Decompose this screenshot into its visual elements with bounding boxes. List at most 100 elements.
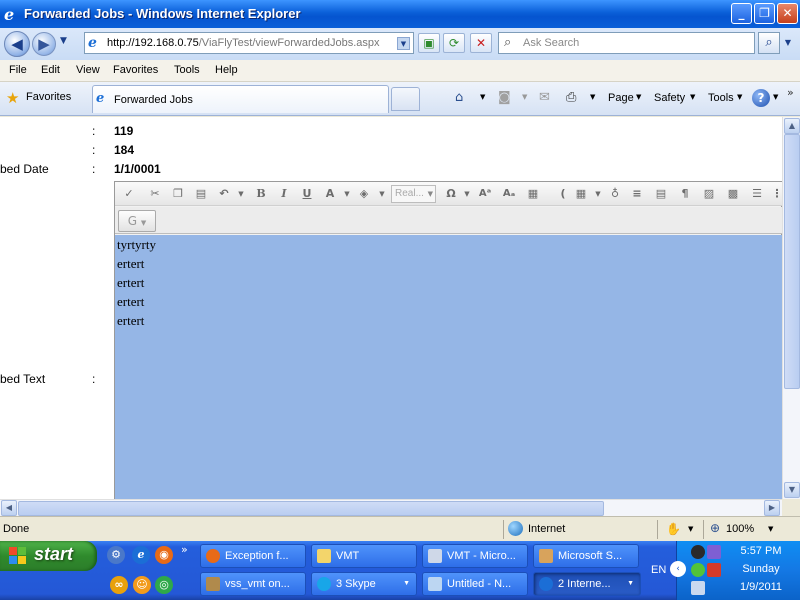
zoom-dropdown[interactable]: ▼ [768, 525, 773, 533]
clock-time[interactable]: 5:57 PM [729, 545, 793, 557]
safety-menu[interactable]: Safety [654, 92, 685, 104]
font-color-dropdown[interactable]: ▼ [339, 186, 355, 202]
title-bar[interactable]: e Forwarded Jobs - Windows Internet Expl… [0, 0, 800, 28]
copy-icon[interactable]: ❐ [170, 186, 186, 202]
address-field[interactable]: e http://192.168.0.75/ViaFlyTest/viewFor… [84, 32, 414, 54]
quicklaunch-settings-icon[interactable]: ⚙ [107, 546, 125, 564]
search-options-dropdown[interactable]: ▼ [781, 32, 795, 54]
favorites-star-icon[interactable]: ★ [6, 89, 19, 107]
mail-icon[interactable]: ✉ [539, 90, 550, 105]
quicklaunch-firefox-icon[interactable]: ◉ [155, 546, 173, 564]
home-icon[interactable]: ⌂ [455, 90, 463, 105]
tray-camera-icon[interactable] [691, 545, 705, 559]
task-skype[interactable]: 3 Skype ▼ [311, 572, 417, 596]
zoom-icon[interactable]: ⊕ [710, 521, 720, 535]
scroll-up-button[interactable]: ▲ [784, 118, 800, 134]
address-dropdown[interactable]: ▼ [397, 37, 410, 50]
spellcheck-icon[interactable]: ✓ [121, 186, 137, 202]
task-vmt-folder[interactable]: VMT [311, 544, 417, 568]
font-name-select[interactable]: Real... ▼ [391, 185, 436, 203]
feeds-icon[interactable]: ◙ [498, 90, 511, 105]
vertical-scrollbar[interactable]: ▲ ▼ [782, 117, 800, 499]
table-icon[interactable]: ▦ [573, 186, 589, 202]
zoom-level[interactable]: 100% [726, 523, 754, 535]
horizontal-scrollbar[interactable]: ◀ ▶ [0, 499, 782, 516]
superscript-icon[interactable]: Aᵃ [477, 186, 493, 202]
print-icon[interactable]: ⎙ [566, 90, 576, 105]
close-button[interactable]: ✕ [777, 3, 798, 24]
cut-icon[interactable]: ✂ [147, 186, 163, 202]
quicklaunch-more-icon[interactable]: » [181, 543, 188, 556]
menu-file[interactable]: File [9, 64, 27, 76]
minimize-button[interactable]: _ [731, 3, 752, 24]
refresh-button[interactable]: ⟳ [443, 33, 465, 53]
menu-edit[interactable]: Edit [41, 64, 60, 76]
table-dropdown[interactable]: ▼ [590, 186, 606, 202]
undo-icon[interactable]: ↶ [216, 186, 232, 202]
task-notepad[interactable]: Untitled - N... [422, 572, 528, 596]
scroll-right-button[interactable]: ▶ [764, 500, 780, 516]
restore-button[interactable]: ❐ [754, 3, 775, 24]
highlight-dropdown[interactable]: ▼ [374, 186, 390, 202]
task-exception[interactable]: Exception f... [200, 544, 306, 568]
forward-button[interactable]: ▶ [32, 32, 56, 56]
editor-body[interactable]: tyrtyrty ertert ertert ertert ertert [115, 235, 782, 499]
align-icon[interactable]: ≡ [629, 186, 645, 202]
menu-favorites[interactable]: Favorites [113, 64, 158, 76]
search-button[interactable]: ⌕ [758, 32, 780, 54]
page-menu[interactable]: Page [608, 92, 634, 104]
menu-help[interactable]: Help [215, 64, 238, 76]
scroll-left-button[interactable]: ◀ [1, 500, 17, 516]
task-vmt-microsoft[interactable]: VMT - Micro... [422, 544, 528, 568]
language-indicator[interactable]: EN [651, 564, 666, 576]
favorites-button[interactable]: Favorites [26, 91, 71, 103]
list-icon[interactable]: ☰ [749, 186, 765, 202]
protected-mode-dropdown[interactable]: ▼ [688, 525, 693, 533]
quicklaunch-ie-icon[interactable]: e [132, 546, 150, 564]
new-tab-button[interactable] [391, 87, 420, 111]
font-color-icon[interactable]: A [322, 186, 338, 202]
subscript-icon[interactable]: Aₐ [501, 186, 517, 202]
search-field[interactable]: ⌕ Ask Search [498, 32, 755, 54]
recent-pages-dropdown[interactable]: ▼ [60, 36, 67, 46]
menu-tools[interactable]: Tools [174, 64, 200, 76]
tray-network-icon[interactable] [707, 545, 721, 559]
task-internet-explorer[interactable]: 2 Interne... ▼ [533, 572, 641, 596]
chevron-more-icon[interactable]: » [787, 86, 794, 99]
compatibility-view-button[interactable]: ▣ [418, 33, 440, 53]
page-menu-dropdown[interactable]: ▼ [636, 93, 641, 101]
horizontal-scroll-thumb[interactable] [18, 501, 604, 516]
highlight-icon[interactable]: ◈ [356, 186, 372, 202]
tools-menu[interactable]: Tools [708, 92, 734, 104]
task-vss-vmt[interactable]: vss_vmt on... [200, 572, 306, 596]
protected-mode-icon[interactable]: ✋ [666, 522, 681, 536]
scroll-down-button[interactable]: ▼ [784, 482, 800, 498]
tray-security-icon[interactable] [691, 563, 705, 577]
help-dropdown[interactable]: ▼ [773, 93, 778, 101]
italic-icon[interactable]: I [276, 186, 292, 202]
help-icon[interactable]: ? [752, 89, 770, 107]
menu-view[interactable]: View [76, 64, 100, 76]
home-dropdown[interactable]: ▼ [480, 93, 485, 101]
quicklaunch-messenger-icon[interactable]: ☺ [133, 576, 151, 594]
undo-dropdown[interactable]: ▼ [233, 186, 249, 202]
tray-expand-icon[interactable]: ‹ [670, 561, 686, 577]
paste-icon[interactable]: ▤ [193, 186, 209, 202]
paragraph-icon[interactable]: ¶ [677, 186, 693, 202]
tab-forwarded-jobs[interactable]: e Forwarded Jobs [92, 85, 389, 113]
special-char-dropdown[interactable]: ▼ [459, 186, 475, 202]
back-button[interactable]: ◀ [4, 31, 30, 57]
select-all-icon[interactable]: ▩ [725, 186, 741, 202]
tray-calendar-icon[interactable] [691, 581, 705, 595]
special-char-icon[interactable]: Ω [443, 186, 459, 202]
start-button[interactable]: start [0, 541, 97, 571]
task-microsoft-s[interactable]: Microsoft S... [533, 544, 639, 568]
paste-plain-icon[interactable]: ▤ [653, 186, 669, 202]
link-dropdown-button[interactable]: G ▼ [118, 210, 156, 232]
image-icon[interactable]: ( [555, 186, 571, 202]
feeds-dropdown[interactable]: ▼ [522, 93, 527, 101]
tools-menu-dropdown[interactable]: ▼ [737, 93, 742, 101]
print-dropdown[interactable]: ▼ [590, 93, 595, 101]
more-tools-icon[interactable]: ⋮ [769, 186, 783, 202]
quicklaunch-app-icon[interactable]: ∞ [110, 576, 128, 594]
